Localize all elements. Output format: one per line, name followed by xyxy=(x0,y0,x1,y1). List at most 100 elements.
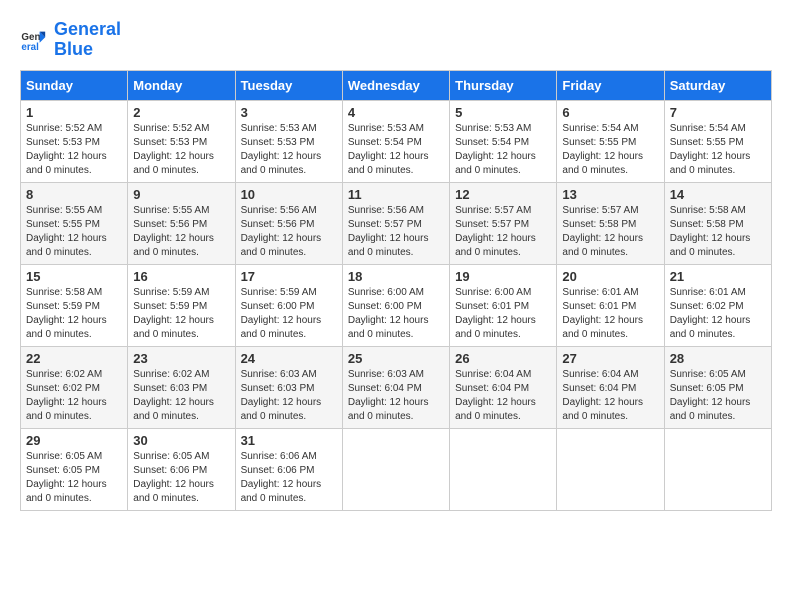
day-info: Sunrise: 6:05 AM Sunset: 6:06 PM Dayligh… xyxy=(133,450,229,506)
day-number: 12 xyxy=(455,187,551,202)
day-info: Sunrise: 5:55 AM Sunset: 5:55 PM Dayligh… xyxy=(26,204,122,260)
svg-text:eral: eral xyxy=(21,42,39,53)
day-number: 21 xyxy=(670,269,766,284)
day-info: Sunrise: 5:54 AM Sunset: 5:55 PM Dayligh… xyxy=(562,122,658,178)
day-info: Sunrise: 5:52 AM Sunset: 5:53 PM Dayligh… xyxy=(26,122,122,178)
day-number: 25 xyxy=(348,351,444,366)
day-number: 6 xyxy=(562,105,658,120)
day-info: Sunrise: 5:55 AM Sunset: 5:56 PM Dayligh… xyxy=(133,204,229,260)
day-number: 15 xyxy=(26,269,122,284)
day-info: Sunrise: 6:02 AM Sunset: 6:03 PM Dayligh… xyxy=(133,368,229,424)
calendar-cell: 11 Sunrise: 5:56 AM Sunset: 5:57 PM Dayl… xyxy=(342,182,449,264)
day-info: Sunrise: 6:06 AM Sunset: 6:06 PM Dayligh… xyxy=(241,450,337,506)
day-number: 17 xyxy=(241,269,337,284)
day-number: 11 xyxy=(348,187,444,202)
day-number: 7 xyxy=(670,105,766,120)
calendar-cell: 22 Sunrise: 6:02 AM Sunset: 6:02 PM Dayl… xyxy=(21,346,128,428)
day-number: 30 xyxy=(133,433,229,448)
day-info: Sunrise: 6:00 AM Sunset: 6:01 PM Dayligh… xyxy=(455,286,551,342)
day-number: 8 xyxy=(26,187,122,202)
day-info: Sunrise: 5:58 AM Sunset: 5:59 PM Dayligh… xyxy=(26,286,122,342)
header-tuesday: Tuesday xyxy=(235,70,342,100)
calendar-cell: 3 Sunrise: 5:53 AM Sunset: 5:53 PM Dayli… xyxy=(235,100,342,182)
calendar-cell: 21 Sunrise: 6:01 AM Sunset: 6:02 PM Dayl… xyxy=(664,264,771,346)
calendar-cell: 12 Sunrise: 5:57 AM Sunset: 5:57 PM Dayl… xyxy=(450,182,557,264)
page-header: Gen eral General Blue xyxy=(20,20,772,60)
day-number: 20 xyxy=(562,269,658,284)
calendar-cell: 8 Sunrise: 5:55 AM Sunset: 5:55 PM Dayli… xyxy=(21,182,128,264)
calendar-cell: 9 Sunrise: 5:55 AM Sunset: 5:56 PM Dayli… xyxy=(128,182,235,264)
calendar-cell: 27 Sunrise: 6:04 AM Sunset: 6:04 PM Dayl… xyxy=(557,346,664,428)
logo-text-line1: General xyxy=(54,20,121,40)
day-number: 4 xyxy=(348,105,444,120)
calendar-cell: 31 Sunrise: 6:06 AM Sunset: 6:06 PM Dayl… xyxy=(235,428,342,510)
day-number: 31 xyxy=(241,433,337,448)
day-info: Sunrise: 5:59 AM Sunset: 6:00 PM Dayligh… xyxy=(241,286,337,342)
calendar-cell: 20 Sunrise: 6:01 AM Sunset: 6:01 PM Dayl… xyxy=(557,264,664,346)
day-info: Sunrise: 6:03 AM Sunset: 6:03 PM Dayligh… xyxy=(241,368,337,424)
day-number: 5 xyxy=(455,105,551,120)
calendar-cell: 30 Sunrise: 6:05 AM Sunset: 6:06 PM Dayl… xyxy=(128,428,235,510)
day-info: Sunrise: 6:00 AM Sunset: 6:00 PM Dayligh… xyxy=(348,286,444,342)
day-info: Sunrise: 6:03 AM Sunset: 6:04 PM Dayligh… xyxy=(348,368,444,424)
day-number: 10 xyxy=(241,187,337,202)
calendar-cell: 25 Sunrise: 6:03 AM Sunset: 6:04 PM Dayl… xyxy=(342,346,449,428)
calendar-table: SundayMondayTuesdayWednesdayThursdayFrid… xyxy=(20,70,772,511)
calendar-cell xyxy=(557,428,664,510)
calendar-cell: 2 Sunrise: 5:52 AM Sunset: 5:53 PM Dayli… xyxy=(128,100,235,182)
calendar-cell xyxy=(664,428,771,510)
day-number: 3 xyxy=(241,105,337,120)
calendar-cell: 15 Sunrise: 5:58 AM Sunset: 5:59 PM Dayl… xyxy=(21,264,128,346)
day-number: 2 xyxy=(133,105,229,120)
day-number: 13 xyxy=(562,187,658,202)
calendar-cell: 17 Sunrise: 5:59 AM Sunset: 6:00 PM Dayl… xyxy=(235,264,342,346)
calendar-cell: 14 Sunrise: 5:58 AM Sunset: 5:58 PM Dayl… xyxy=(664,182,771,264)
day-info: Sunrise: 6:05 AM Sunset: 6:05 PM Dayligh… xyxy=(670,368,766,424)
day-info: Sunrise: 5:53 AM Sunset: 5:54 PM Dayligh… xyxy=(348,122,444,178)
header-friday: Friday xyxy=(557,70,664,100)
calendar-cell: 13 Sunrise: 5:57 AM Sunset: 5:58 PM Dayl… xyxy=(557,182,664,264)
day-number: 29 xyxy=(26,433,122,448)
header-thursday: Thursday xyxy=(450,70,557,100)
day-info: Sunrise: 5:58 AM Sunset: 5:58 PM Dayligh… xyxy=(670,204,766,260)
day-info: Sunrise: 5:57 AM Sunset: 5:58 PM Dayligh… xyxy=(562,204,658,260)
day-info: Sunrise: 6:01 AM Sunset: 6:01 PM Dayligh… xyxy=(562,286,658,342)
calendar-cell xyxy=(450,428,557,510)
day-number: 22 xyxy=(26,351,122,366)
calendar-cell: 29 Sunrise: 6:05 AM Sunset: 6:05 PM Dayl… xyxy=(21,428,128,510)
calendar-cell: 18 Sunrise: 6:00 AM Sunset: 6:00 PM Dayl… xyxy=(342,264,449,346)
day-info: Sunrise: 6:04 AM Sunset: 6:04 PM Dayligh… xyxy=(562,368,658,424)
week-row-1: 1 Sunrise: 5:52 AM Sunset: 5:53 PM Dayli… xyxy=(21,100,772,182)
day-number: 14 xyxy=(670,187,766,202)
day-number: 9 xyxy=(133,187,229,202)
calendar-cell: 16 Sunrise: 5:59 AM Sunset: 5:59 PM Dayl… xyxy=(128,264,235,346)
header-monday: Monday xyxy=(128,70,235,100)
calendar-cell: 28 Sunrise: 6:05 AM Sunset: 6:05 PM Dayl… xyxy=(664,346,771,428)
day-number: 27 xyxy=(562,351,658,366)
calendar-cell: 23 Sunrise: 6:02 AM Sunset: 6:03 PM Dayl… xyxy=(128,346,235,428)
header-saturday: Saturday xyxy=(664,70,771,100)
calendar-cell: 6 Sunrise: 5:54 AM Sunset: 5:55 PM Dayli… xyxy=(557,100,664,182)
day-number: 26 xyxy=(455,351,551,366)
calendar-cell xyxy=(342,428,449,510)
week-row-5: 29 Sunrise: 6:05 AM Sunset: 6:05 PM Dayl… xyxy=(21,428,772,510)
day-info: Sunrise: 6:01 AM Sunset: 6:02 PM Dayligh… xyxy=(670,286,766,342)
day-info: Sunrise: 6:04 AM Sunset: 6:04 PM Dayligh… xyxy=(455,368,551,424)
logo-text-line2: Blue xyxy=(54,40,121,60)
calendar-cell: 4 Sunrise: 5:53 AM Sunset: 5:54 PM Dayli… xyxy=(342,100,449,182)
day-info: Sunrise: 5:54 AM Sunset: 5:55 PM Dayligh… xyxy=(670,122,766,178)
day-number: 18 xyxy=(348,269,444,284)
week-row-4: 22 Sunrise: 6:02 AM Sunset: 6:02 PM Dayl… xyxy=(21,346,772,428)
day-info: Sunrise: 5:52 AM Sunset: 5:53 PM Dayligh… xyxy=(133,122,229,178)
day-number: 16 xyxy=(133,269,229,284)
day-info: Sunrise: 5:53 AM Sunset: 5:54 PM Dayligh… xyxy=(455,122,551,178)
day-info: Sunrise: 5:56 AM Sunset: 5:56 PM Dayligh… xyxy=(241,204,337,260)
calendar-cell: 24 Sunrise: 6:03 AM Sunset: 6:03 PM Dayl… xyxy=(235,346,342,428)
calendar-cell: 7 Sunrise: 5:54 AM Sunset: 5:55 PM Dayli… xyxy=(664,100,771,182)
day-info: Sunrise: 5:57 AM Sunset: 5:57 PM Dayligh… xyxy=(455,204,551,260)
calendar-cell: 5 Sunrise: 5:53 AM Sunset: 5:54 PM Dayli… xyxy=(450,100,557,182)
day-info: Sunrise: 5:56 AM Sunset: 5:57 PM Dayligh… xyxy=(348,204,444,260)
day-number: 19 xyxy=(455,269,551,284)
day-number: 24 xyxy=(241,351,337,366)
calendar-cell: 19 Sunrise: 6:00 AM Sunset: 6:01 PM Dayl… xyxy=(450,264,557,346)
